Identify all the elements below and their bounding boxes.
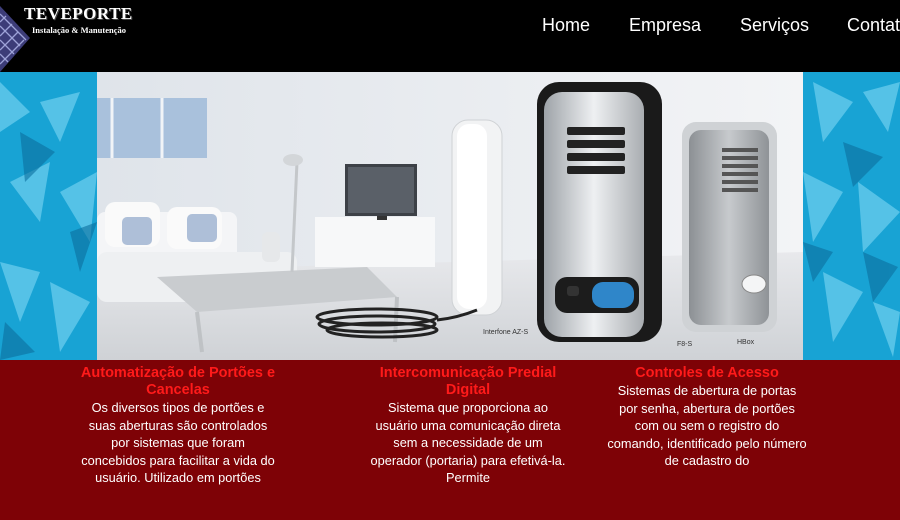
right-pattern-decoration (803, 72, 900, 360)
service-card-intercomunicacao: Intercomunicação Predial Digital Sistema… (368, 365, 568, 487)
service-description: Sistemas de abertura de portas por senha… (607, 383, 807, 468)
service-title[interactable]: Intercomunicação Predial Digital (368, 365, 568, 399)
service-description: Sistema que proporciona ao usuário uma c… (370, 400, 566, 485)
living-room-scene: Interfone AZ-S F8-S HBox (97, 72, 803, 360)
main-nav: Home Empresa Serviços Contat (0, 15, 900, 39)
service-description: Os diversos tipos de portões e suas aber… (81, 400, 275, 485)
services-section: Automatização de Portões e Cancelas Os d… (0, 360, 900, 520)
label-interfone: Interfone AZ-S (483, 329, 528, 336)
nav-home[interactable]: Home (542, 15, 590, 36)
hero-banner: Interfone AZ-S F8-S HBox (0, 72, 900, 360)
site-header: TEVEPORTE Instalação & Manutenção Home E… (0, 0, 900, 72)
nav-empresa[interactable]: Empresa (629, 15, 701, 36)
service-card-automatizacao: Automatização de Portões e Cancelas Os d… (78, 365, 278, 487)
intercom-product-photo: Interfone AZ-S F8-S HBox (97, 72, 803, 360)
label-f8s: F8-S (677, 341, 693, 348)
nav-servicos[interactable]: Serviços (740, 15, 809, 36)
service-title[interactable]: Controles de Acesso (607, 365, 807, 382)
service-title[interactable]: Automatização de Portões e Cancelas (78, 365, 278, 399)
left-pattern-decoration (0, 72, 97, 360)
nav-contato[interactable]: Contat (847, 15, 900, 36)
label-hbox: HBox (737, 339, 755, 346)
service-card-controle-acesso: Controles de Acesso Sistemas de abertura… (607, 365, 807, 470)
